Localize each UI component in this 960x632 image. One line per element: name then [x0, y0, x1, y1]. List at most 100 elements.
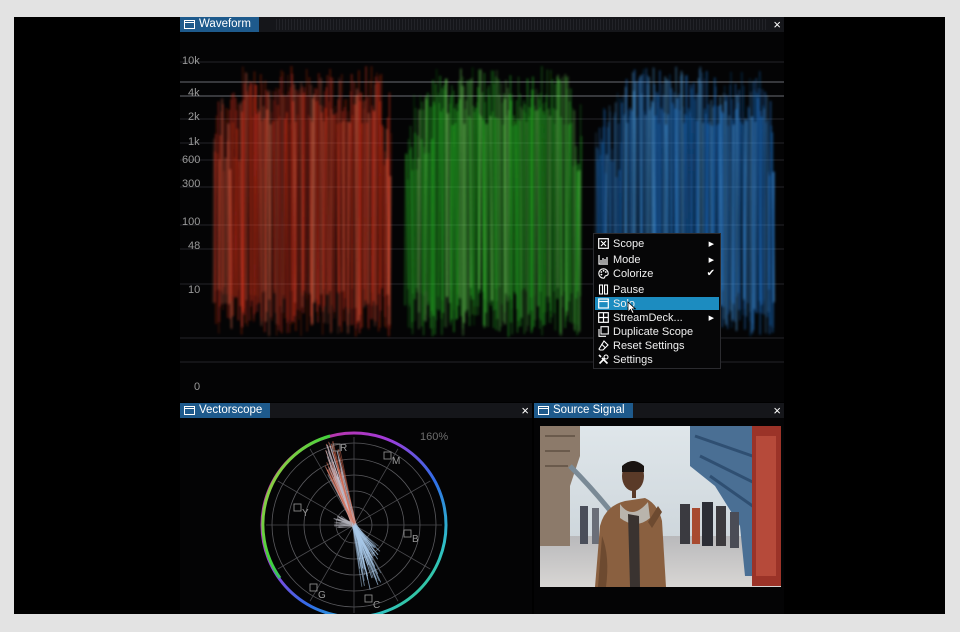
scope-icon: [598, 238, 609, 249]
app-frame: Waveform × 10k 4k 2k 1k 600 300 100 48 1…: [14, 17, 945, 614]
waveform-trace-stroke: [360, 92, 363, 329]
waveform-trace-stroke: [457, 80, 460, 306]
waveform-trace-stroke: [453, 108, 456, 333]
waveform-trace-stroke: [286, 74, 289, 318]
waveform-close-button[interactable]: ×: [773, 17, 781, 32]
target-label-b: B: [412, 534, 419, 545]
waveform-trace-stroke: [212, 138, 215, 304]
vectorscope-display: R M B C G Y 160%: [260, 431, 448, 614]
pause-icon: [598, 284, 609, 295]
menu-item-mode[interactable]: Mode ▶: [595, 253, 719, 266]
source-signal-tab[interactable]: Source Signal: [534, 403, 633, 418]
scale-label-1k: 1k: [188, 136, 200, 148]
waveform-tab[interactable]: Waveform: [180, 17, 259, 32]
waveform-trace-stroke: [306, 96, 309, 300]
source-signal-titlebar[interactable]: Source Signal ×: [534, 403, 784, 418]
menu-item-reset-settings[interactable]: Reset Settings: [595, 339, 719, 352]
waveform-trace-stroke: [442, 85, 445, 313]
waveform-trace-stroke: [389, 132, 392, 329]
menu-label-settings: Settings: [613, 353, 653, 366]
waveform-trace-stroke: [223, 119, 226, 288]
waveform-trace-stroke: [479, 69, 482, 290]
grid-icon: [598, 312, 609, 323]
waveform-trace-stroke: [316, 100, 318, 312]
vectorscope-spoke: [277, 524, 355, 570]
scale-label-4k: 4k: [188, 87, 200, 99]
vectorscope-title: Vectorscope: [199, 404, 263, 416]
waveform-trace-stroke: [538, 107, 541, 319]
waveform-trace-stroke: [420, 139, 423, 327]
menu-label-reset-settings: Reset Settings: [613, 339, 685, 352]
waveform-trace-stroke: [311, 98, 314, 325]
waveform-trace-stroke: [765, 122, 768, 318]
solo-icon: [598, 298, 609, 309]
red-channel-trace: [212, 66, 392, 337]
scale-label-10: 10: [188, 284, 201, 296]
green-channel-trace: [404, 66, 582, 337]
waveform-trace-stroke: [571, 107, 573, 325]
vectorscope-trace: [324, 440, 382, 590]
menu-label-duplicate-scope: Duplicate Scope: [613, 325, 694, 338]
scale-label-0: 0: [194, 381, 201, 393]
scale-label-100: 100: [182, 216, 201, 228]
vectorscope-panel: Vectorscope × R M B C G Y 160%: [180, 403, 532, 614]
waveform-trace-stroke: [227, 123, 230, 305]
scale-label-10k: 10k: [182, 55, 200, 67]
vectorscope-close-button[interactable]: ×: [521, 403, 529, 418]
target-label-r: R: [340, 443, 347, 454]
waveform-trace-stroke: [299, 94, 302, 336]
target-label-g: G: [318, 590, 326, 601]
waveform-trace-stroke: [288, 123, 291, 321]
waveform-trace-stroke: [232, 157, 236, 316]
eraser-icon: [598, 340, 609, 351]
window-icon: [184, 406, 195, 415]
waveform-trace-stroke: [559, 79, 561, 333]
scale-label-300: 300: [182, 178, 201, 190]
scale-label-48: 48: [188, 240, 201, 252]
menu-item-colorize[interactable]: Colorize ✔: [595, 267, 719, 280]
source-signal-panel: Source Signal ×: [534, 403, 784, 614]
duplicate-icon: [598, 326, 609, 337]
target-label-c: C: [373, 600, 380, 611]
source-video-preview: [540, 426, 781, 587]
waveform-trace-stroke: [275, 120, 278, 325]
waveform-trace-stroke: [404, 153, 407, 306]
waveform-trace-stroke: [228, 109, 231, 319]
vectorscope-tab[interactable]: Vectorscope: [180, 403, 271, 418]
titlebar-grip[interactable]: [276, 19, 766, 30]
menu-label-pause: Pause: [613, 283, 645, 296]
menu-item-solo[interactable]: Solo: [595, 297, 719, 314]
submenu-arrow-icon: ▶: [708, 256, 714, 264]
waveform-trace-stroke: [514, 120, 516, 295]
menu-label-scope: Scope: [613, 237, 645, 250]
window-icon: [538, 406, 549, 415]
menu-item-duplicate-scope[interactable]: Duplicate Scope: [595, 325, 719, 338]
waveform-trace-stroke: [468, 116, 471, 326]
submenu-arrow-icon: ▶: [708, 314, 714, 322]
target-label-m: M: [392, 456, 400, 467]
menu-item-settings[interactable]: Settings: [595, 353, 719, 366]
checkmark-icon: ✔: [706, 268, 715, 279]
waveform-trace-stroke: [418, 109, 420, 313]
waveform-title: Waveform: [199, 18, 251, 30]
vectorscope-spoke: [353, 480, 431, 526]
waveform-trace-stroke: [370, 66, 372, 320]
source-signal-close-button[interactable]: ×: [773, 403, 781, 418]
waveform-trace-stroke: [541, 103, 544, 336]
window-icon: [184, 20, 195, 29]
waveform-trace-stroke: [291, 73, 293, 291]
waveform-trace-stroke: [364, 66, 367, 301]
waveform-titlebar[interactable]: Waveform ×: [180, 17, 784, 32]
menu-label-colorize: Colorize: [613, 267, 654, 280]
submenu-arrow-icon: ▶: [708, 240, 714, 248]
zoom-label: 160%: [420, 431, 448, 443]
waveform-trace-stroke: [326, 75, 328, 295]
source-signal-title: Source Signal: [553, 404, 625, 416]
menu-item-scope[interactable]: Scope ▶: [595, 237, 719, 250]
waveform-trace-stroke: [477, 69, 480, 307]
vectorscope-titlebar[interactable]: Vectorscope ×: [180, 403, 532, 418]
waveform-trace-stroke: [303, 87, 306, 291]
menu-item-pause[interactable]: Pause: [595, 283, 719, 296]
scale-label-2k: 2k: [188, 111, 200, 123]
menu-item-streamdeck[interactable]: StreamDeck... ▶: [595, 311, 719, 324]
